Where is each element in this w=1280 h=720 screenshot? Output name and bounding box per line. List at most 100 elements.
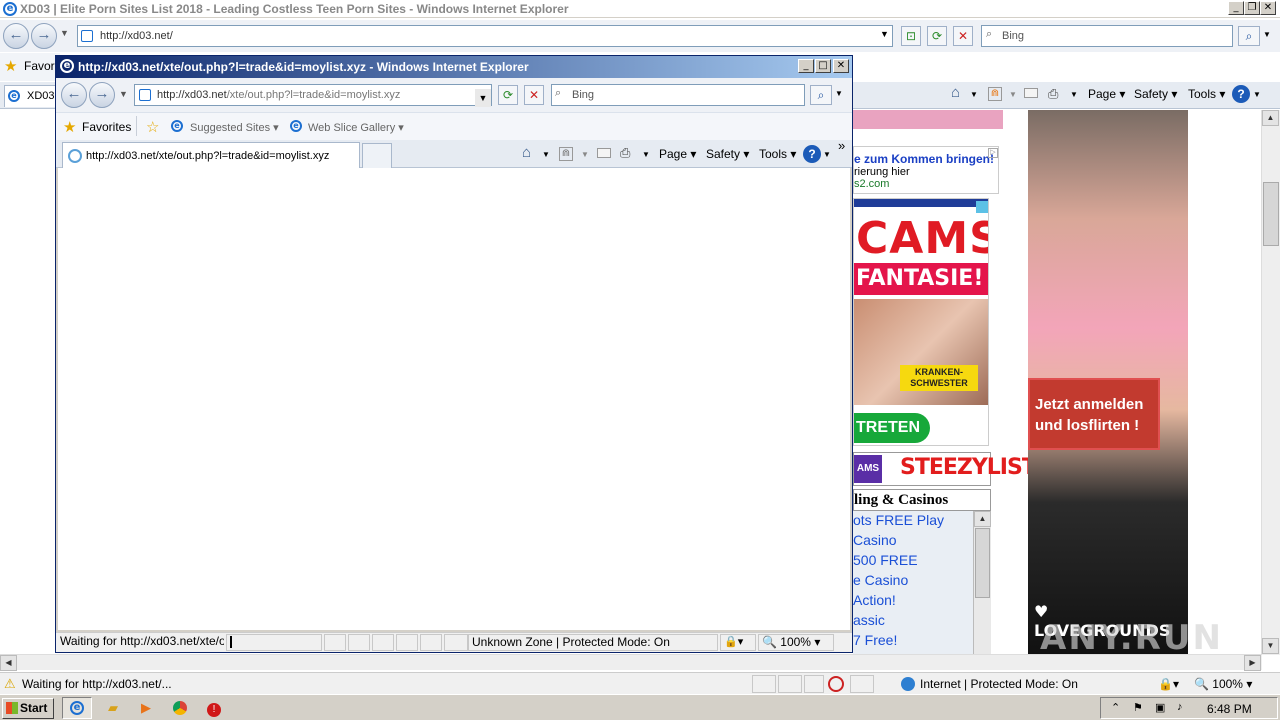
casino-scroll-thumb[interactable] (975, 528, 990, 598)
casino-link[interactable]: e Casino (853, 572, 908, 588)
popup-minimize-button[interactable]: _ (798, 59, 814, 73)
favorites-button[interactable]: Favori (24, 59, 57, 73)
chrome-icon[interactable] (169, 697, 191, 719)
casino-link[interactable]: Action! (853, 592, 896, 608)
back-button[interactable]: ← (3, 23, 29, 49)
ad-info-icon[interactable] (976, 201, 988, 213)
clock[interactable]: 6:48 PM (1207, 702, 1252, 716)
feeds-icon[interactable]: ⋒ (988, 87, 1002, 101)
minimize-button[interactable]: _ (1228, 1, 1244, 15)
casino-link[interactable]: ots FREE Play (853, 512, 944, 528)
popup-zone-text[interactable]: Unknown Zone | Protected Mode: On (468, 634, 718, 651)
favorites-star-icon[interactable]: ★ (4, 57, 17, 75)
popup-search-button[interactable]: ⌕ (810, 85, 832, 105)
chevron-more-icon[interactable]: » (838, 138, 845, 153)
feeds-dropdown-icon[interactable]: ▼ (1009, 90, 1017, 99)
network-icon[interactable]: ▣ (1155, 701, 1165, 714)
popup-home-icon[interactable]: ⌂ (522, 144, 531, 161)
safety-menu[interactable]: Safety ▾ (1134, 87, 1177, 101)
warning-icon[interactable]: ⚠ (4, 676, 16, 692)
text-ad-headline[interactable]: e zum Kommen bringen! (854, 152, 994, 166)
restore-button[interactable]: ❐ (1244, 1, 1260, 15)
popup-help-dropdown-icon[interactable]: ▼ (823, 150, 831, 159)
main-address-bar[interactable]: http://xd03.net/ (77, 25, 893, 47)
home-dropdown-icon[interactable]: ▼ (970, 90, 978, 99)
popup-title-bar[interactable]: e http://xd03.net/xte/out.php?l=trade&id… (56, 56, 852, 78)
home-icon[interactable]: ⌂ (951, 84, 960, 101)
popup-refresh-icon[interactable]: ⟳ (498, 85, 518, 105)
add-to-favorites-icon[interactable]: ☆ (146, 118, 159, 136)
search-button[interactable]: ⌕ (1238, 26, 1260, 46)
popup-protected-mode-icon[interactable]: 🔒▾ (720, 634, 756, 651)
suggested-sites-button[interactable]: Suggested Sites ▾ (190, 121, 279, 134)
help-icon[interactable]: ? (1232, 85, 1250, 103)
popup-active-tab[interactable]: http://xd03.net/xte/out.php?l=trade&id=m… (62, 142, 360, 168)
taskbar-ie-button[interactable]: e (62, 697, 92, 719)
steezylist-banner[interactable]: AMS STEEZYLIST (853, 452, 1037, 486)
mail-icon[interactable] (1024, 88, 1038, 98)
top-ad-image[interactable] (853, 110, 1003, 129)
start-button[interactable]: Start (2, 698, 54, 719)
compatibility-view-icon[interactable]: ⊡ (901, 26, 921, 46)
address-dropdown-icon[interactable]: ▼ (880, 29, 889, 39)
cams-cta-button[interactable]: TRETEN (854, 413, 930, 443)
popup-help-icon[interactable]: ? (803, 145, 821, 163)
dating-banner-ad[interactable]: Jetzt anmelden und losflirten ! ♥ LOVEGR… (1028, 110, 1188, 655)
casino-scroll-up-icon[interactable]: ▲ (974, 511, 991, 527)
popup-feeds-icon[interactable]: ⋒ (559, 147, 573, 161)
search-options-icon[interactable]: ▼ (1263, 30, 1271, 39)
casino-link[interactable]: Casino (853, 532, 897, 548)
flag-icon[interactable]: ⚑ (1133, 701, 1143, 714)
explorer-icon[interactable]: ▰ (102, 697, 124, 719)
popup-zoom[interactable]: 🔍 100% ▾ (758, 634, 834, 651)
popup-safety-menu[interactable]: Safety ▾ (706, 147, 749, 161)
popup-back-button[interactable]: ← (61, 82, 87, 108)
main-zoom[interactable]: 🔍 100% ▾ (1194, 677, 1252, 691)
web-slice-gallery-button[interactable]: Web Slice Gallery ▾ (308, 121, 404, 134)
tray-expand-icon[interactable]: ⌃ (1111, 701, 1120, 714)
popup-close-button[interactable]: ✕ (833, 59, 849, 73)
volume-icon[interactable]: ♪ (1177, 701, 1183, 713)
popup-search-options-icon[interactable]: ▼ (835, 89, 843, 98)
popup-home-dropdown-icon[interactable]: ▼ (542, 150, 550, 159)
cams-banner-ad[interactable]: CAMS FANTASIE! KRANKEN- SCHWESTER TRETEN (853, 198, 989, 446)
refresh-icon[interactable]: ⟳ (927, 26, 947, 46)
popup-blocked-icon[interactable] (828, 676, 844, 692)
popup-tools-menu[interactable]: Tools ▾ (759, 147, 796, 161)
casino-link[interactable]: assic (853, 612, 885, 628)
main-zone-text[interactable]: Internet | Protected Mode: On (920, 677, 1078, 691)
dating-cta[interactable]: Jetzt anmelden und losflirten ! (1028, 378, 1160, 450)
scroll-left-icon[interactable]: ◀ (0, 655, 17, 671)
protected-mode-icon[interactable]: 🔒▾ (1158, 677, 1179, 691)
main-scroll-thumb[interactable] (1263, 182, 1279, 246)
casino-link[interactable]: 7 Free! (853, 632, 897, 648)
popup-maximize-button[interactable]: □ (815, 59, 831, 73)
scroll-right-icon[interactable]: ▶ (1244, 655, 1261, 671)
tab-xd03[interactable]: e XD03 (4, 85, 56, 107)
history-dropdown-icon[interactable]: ▼ (60, 28, 69, 38)
scroll-up-icon[interactable]: ▲ (1262, 110, 1279, 126)
popup-forward-button[interactable]: → (89, 82, 115, 108)
popup-history-dropdown-icon[interactable]: ▼ (119, 89, 128, 99)
popup-page-viewport[interactable] (58, 168, 850, 630)
scroll-down-icon[interactable]: ▼ (1262, 638, 1279, 654)
casino-link[interactable]: 500 FREE (853, 552, 918, 568)
new-tab-button[interactable] (362, 143, 392, 168)
print-icon[interactable]: ⎙ (1048, 86, 1058, 102)
page-menu[interactable]: Page ▾ (1088, 87, 1125, 101)
ad-choices-icon[interactable]: ▷ (988, 148, 998, 158)
forward-button[interactable]: → (31, 23, 57, 49)
popup-favorites-star-icon[interactable]: ★ (63, 118, 76, 136)
popup-mail-icon[interactable] (597, 148, 611, 158)
stop-icon[interactable]: ✕ (953, 26, 973, 46)
popup-address-bar[interactable]: http://xd03.net/xte/out.php?l=trade&id=m… (134, 84, 492, 106)
popup-page-menu[interactable]: Page ▾ (659, 147, 696, 161)
popup-print-dropdown-icon[interactable]: ▼ (642, 150, 650, 159)
popup-favorites-button[interactable]: Favorites (82, 120, 131, 134)
text-ad[interactable]: e zum Kommen bringen! rierung hier s2.co… (853, 146, 999, 194)
help-dropdown-icon[interactable]: ▼ (1253, 90, 1261, 99)
security-app-icon[interactable]: ! (203, 697, 225, 719)
media-player-icon[interactable]: ▶ (135, 697, 157, 719)
casino-list-scrollbar[interactable]: ▲ (973, 511, 991, 655)
popup-feeds-dropdown-icon[interactable]: ▼ (581, 150, 589, 159)
